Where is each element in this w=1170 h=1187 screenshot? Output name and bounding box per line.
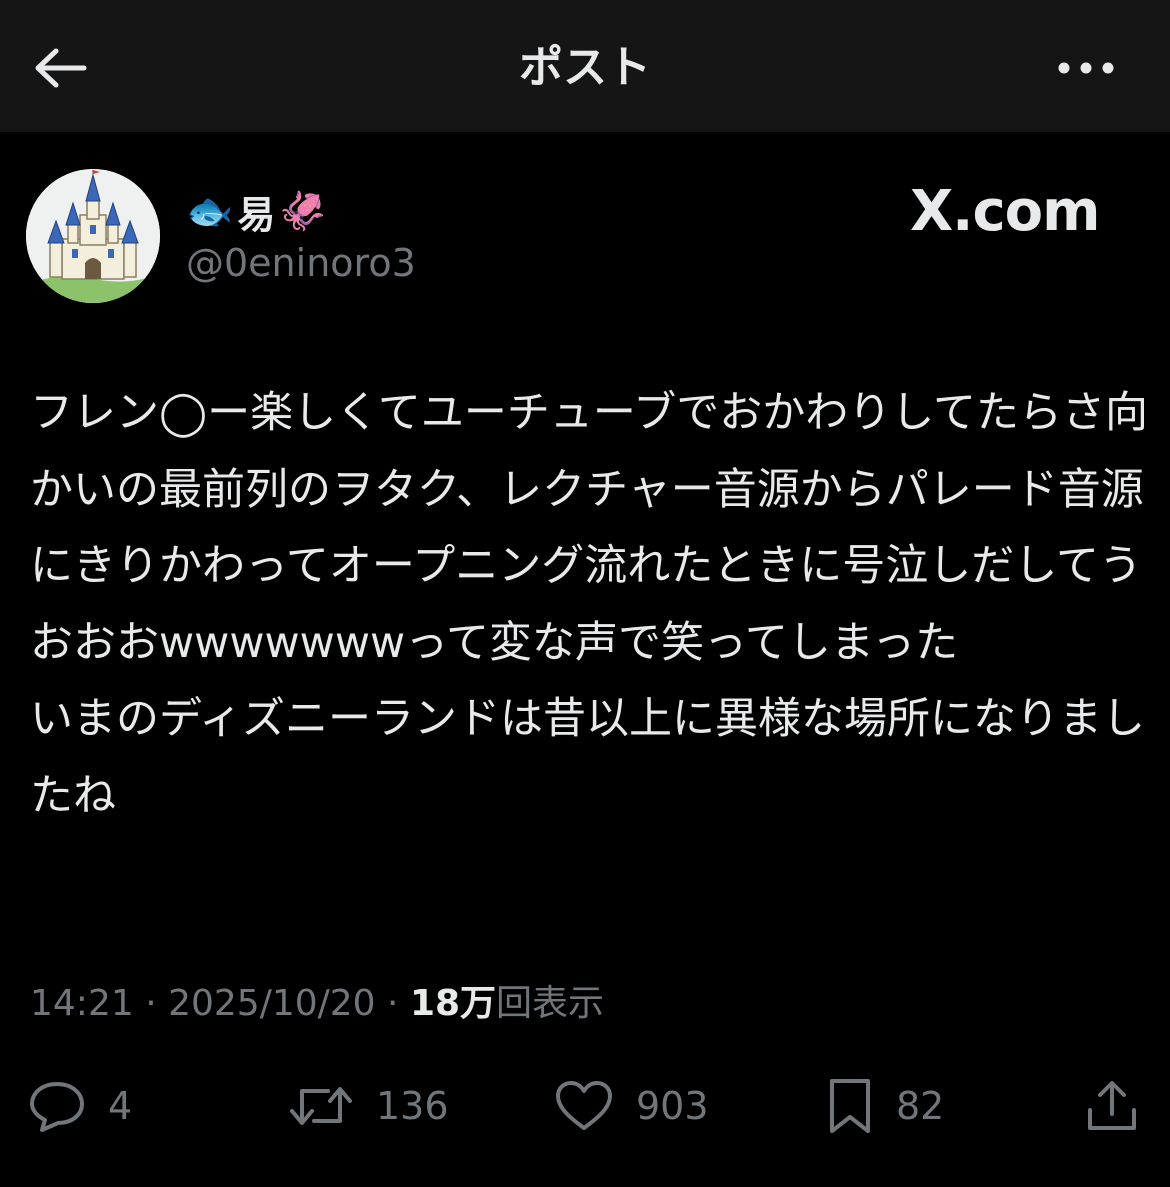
heart-icon bbox=[556, 1081, 612, 1130]
reply-count: 4 bbox=[108, 1084, 133, 1128]
x-com-watermark: X.com bbox=[910, 179, 1100, 244]
repost-count: 136 bbox=[376, 1084, 449, 1128]
bookmark-count: 82 bbox=[896, 1084, 945, 1128]
top-bar: ポスト bbox=[0, 0, 1170, 132]
post-date[interactable]: 2025/10/20 bbox=[168, 983, 376, 1024]
bookmark-button[interactable]: 82 bbox=[826, 1070, 944, 1142]
meta-separator: · bbox=[133, 983, 169, 1024]
meta-separator-2: · bbox=[375, 983, 410, 1024]
fish-emoji: 🐟 bbox=[186, 188, 234, 233]
display-name[interactable]: 🐟 易 🦑 bbox=[186, 186, 327, 237]
views-label: 回表示 bbox=[496, 983, 605, 1024]
avatar[interactable] bbox=[26, 169, 160, 303]
post-text: フレン◯ー楽しくてユーチューブでおかわりしてたらさ向かいの最前列のヲタク、レクチ… bbox=[30, 388, 1148, 821]
reply-button[interactable]: 4 bbox=[28, 1070, 132, 1142]
author-handle[interactable]: @0eninoro3 bbox=[186, 240, 416, 286]
more-horizontal-icon bbox=[1058, 62, 1114, 74]
bookmark-icon bbox=[830, 1079, 870, 1133]
author-name: 易 bbox=[237, 192, 276, 237]
repost-icon bbox=[290, 1087, 352, 1125]
like-button[interactable]: 903 bbox=[554, 1070, 709, 1142]
squid-emoji: 🦑 bbox=[279, 188, 327, 233]
share-icon bbox=[1088, 1081, 1136, 1130]
share-button[interactable] bbox=[1084, 1070, 1140, 1142]
more-button[interactable] bbox=[1050, 40, 1122, 96]
action-bar: 4 136 903 82 bbox=[0, 1070, 1170, 1142]
repost-button[interactable]: 136 bbox=[288, 1070, 449, 1142]
like-count: 903 bbox=[636, 1084, 709, 1128]
post-time[interactable]: 14:21 bbox=[30, 983, 134, 1024]
post-metadata: 14:21 · 2025/10/20 · 18万回表示 bbox=[30, 980, 604, 1028]
reply-icon bbox=[30, 1082, 84, 1132]
castle-icon bbox=[26, 169, 160, 303]
views-count: 18万 bbox=[409, 983, 497, 1024]
page-title: ポスト bbox=[519, 42, 651, 93]
